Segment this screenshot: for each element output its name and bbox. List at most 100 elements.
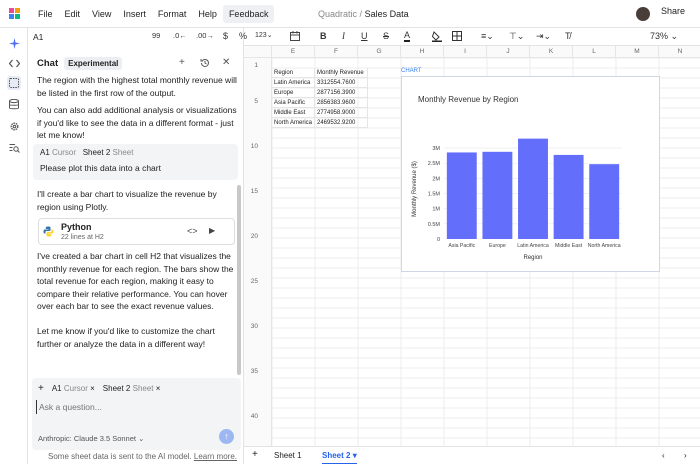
- table-cell-revenue[interactable]: 3312554.7600: [315, 78, 368, 88]
- table-header-cell[interactable]: Region: [272, 68, 315, 78]
- row-number[interactable]: 35: [244, 368, 258, 375]
- decimals-left-icon[interactable]: .0←: [173, 31, 187, 40]
- table-cell-region[interactable]: Europe: [272, 88, 315, 98]
- avatar[interactable]: [636, 7, 650, 21]
- scroll-right-icon[interactable]: ›: [684, 451, 687, 460]
- text-wrap-icon[interactable]: ⇥⌄: [536, 31, 551, 42]
- fill-color-icon[interactable]: [431, 31, 442, 44]
- percent-icon[interactable]: %: [239, 31, 247, 41]
- sheet-tab[interactable]: Sheet 1: [274, 451, 302, 460]
- menu-insert[interactable]: Insert: [117, 9, 152, 19]
- chat-input-area: + A1 Cursor × Sheet 2 Sheet × Anthropic:…: [32, 378, 241, 450]
- row-number[interactable]: 20: [244, 233, 258, 240]
- scroll-left-icon[interactable]: ‹: [662, 451, 665, 460]
- column-header[interactable]: H: [401, 46, 444, 58]
- table-cell-region[interactable]: Asia Pacific: [272, 98, 315, 108]
- menu-format[interactable]: Format: [152, 9, 193, 19]
- y-tick-label: 2M: [432, 176, 440, 182]
- menu-help[interactable]: Help: [192, 9, 223, 19]
- history-icon[interactable]: [200, 58, 210, 68]
- breadcrumb-app[interactable]: Quadratic: [318, 9, 357, 19]
- menu-view[interactable]: View: [86, 9, 117, 19]
- chat-input[interactable]: [36, 400, 236, 414]
- breadcrumb: Quadratic / Sales Data: [318, 9, 409, 19]
- borders-icon[interactable]: [452, 31, 462, 43]
- add-context-plus-icon[interactable]: +: [38, 383, 44, 394]
- row-number[interactable]: 5: [244, 98, 258, 105]
- remove-chip-icon[interactable]: ×: [156, 384, 161, 393]
- chat-panel-icon[interactable]: [7, 76, 21, 90]
- row-number[interactable]: 1: [244, 62, 258, 69]
- breadcrumb-file[interactable]: Sales Data: [365, 9, 409, 19]
- menubar: File Edit View Insert Format Help Feedba…: [0, 0, 700, 28]
- table-cell-region[interactable]: Middle East: [272, 108, 315, 118]
- context-chip-cursor[interactable]: A1 Cursor ×: [52, 384, 95, 393]
- new-chat-plus-icon[interactable]: +: [179, 58, 189, 68]
- ai-sparkle-icon[interactable]: [7, 36, 21, 50]
- row-number[interactable]: 30: [244, 323, 258, 330]
- row-number[interactable]: 25: [244, 278, 258, 285]
- decrease-decimals-button[interactable]: 99: [152, 31, 160, 40]
- x-tick-label: Asia Pacific: [448, 243, 475, 249]
- column-header[interactable]: G: [358, 46, 401, 58]
- currency-icon[interactable]: $: [223, 31, 228, 41]
- table-cell-region[interactable]: Latin America: [272, 78, 315, 88]
- row-number[interactable]: 10: [244, 143, 258, 150]
- decimals-right-icon[interactable]: .00→: [196, 31, 214, 40]
- settings-gear-icon[interactable]: [7, 119, 21, 133]
- bold-icon[interactable]: B: [320, 31, 327, 41]
- cell-reference-box[interactable]: A1: [33, 32, 43, 42]
- spreadsheet-grid[interactable]: E F G H I J K L M N 1 5 10 15 20 25 30 3…: [244, 46, 700, 446]
- table-cell-revenue[interactable]: 2856383.9600: [315, 98, 368, 108]
- column-header[interactable]: F: [315, 46, 358, 58]
- breadcrumb-separator: /: [359, 9, 363, 19]
- sheet-tab-active[interactable]: Sheet 2 ▾: [322, 451, 357, 464]
- python-icon: [43, 226, 54, 239]
- column-header[interactable]: K: [530, 46, 573, 58]
- strikethrough-icon[interactable]: S: [383, 31, 389, 41]
- view-code-icon[interactable]: <>: [187, 226, 198, 236]
- code-icon[interactable]: [7, 56, 21, 70]
- x-axis-label: Region: [523, 255, 542, 261]
- italic-icon[interactable]: I: [342, 31, 345, 41]
- menu-feedback[interactable]: Feedback: [222, 4, 275, 23]
- remove-chip-icon[interactable]: ×: [90, 384, 95, 393]
- add-sheet-plus-icon[interactable]: +: [252, 449, 258, 460]
- quadratic-logo[interactable]: [0, 0, 28, 28]
- vertical-align-icon[interactable]: ⊤⌄: [509, 31, 524, 42]
- close-icon[interactable]: ✕: [222, 58, 232, 68]
- run-play-icon[interactable]: ▶: [209, 226, 215, 235]
- table-cell-revenue[interactable]: 2469532.9200: [315, 118, 368, 128]
- table-header-cell[interactable]: Monthly Revenue: [315, 68, 368, 78]
- chart-container[interactable]: Monthly Revenue by Region 0 0.5M 1M 1.5M 2M 2.…: [401, 76, 660, 272]
- column-header[interactable]: N: [659, 46, 700, 58]
- calendar-icon[interactable]: [290, 31, 300, 43]
- table-cell-region[interactable]: North America: [272, 118, 315, 128]
- model-selector[interactable]: Anthropic: Claude 3.5 Sonnet ⌄: [38, 434, 144, 443]
- column-header[interactable]: M: [616, 46, 659, 58]
- zoom-selector[interactable]: 73% ⌄: [650, 31, 678, 42]
- column-header[interactable]: J: [487, 46, 530, 58]
- number-format-button[interactable]: 123⌄: [255, 31, 273, 39]
- column-header[interactable]: I: [444, 46, 487, 58]
- clear-format-icon[interactable]: T̸: [565, 31, 571, 41]
- database-icon[interactable]: [7, 97, 21, 111]
- search-data-icon[interactable]: [7, 141, 21, 155]
- send-arrow-icon[interactable]: ↑: [219, 429, 234, 444]
- chat-scrollbar[interactable]: [237, 185, 241, 375]
- row-number[interactable]: 40: [244, 413, 258, 420]
- column-header[interactable]: L: [573, 46, 616, 58]
- menu-file[interactable]: File: [32, 9, 59, 19]
- menu-edit[interactable]: Edit: [59, 9, 87, 19]
- table-cell-revenue[interactable]: 2877156.3900: [315, 88, 368, 98]
- underline-icon[interactable]: U: [361, 31, 368, 41]
- learn-more-link[interactable]: Learn more.: [194, 452, 237, 461]
- share-button[interactable]: Share: [661, 6, 685, 16]
- code-block-card[interactable]: Python 22 lines at H2 <> ▶: [38, 218, 235, 245]
- table-cell-revenue[interactable]: 2774958.9000: [315, 108, 368, 118]
- row-number[interactable]: 15: [244, 188, 258, 195]
- context-chip-sheet[interactable]: Sheet 2 Sheet ×: [103, 384, 161, 393]
- column-header[interactable]: E: [272, 46, 315, 58]
- text-color-icon[interactable]: A: [404, 31, 411, 42]
- align-left-icon[interactable]: ≡⌄: [481, 31, 494, 42]
